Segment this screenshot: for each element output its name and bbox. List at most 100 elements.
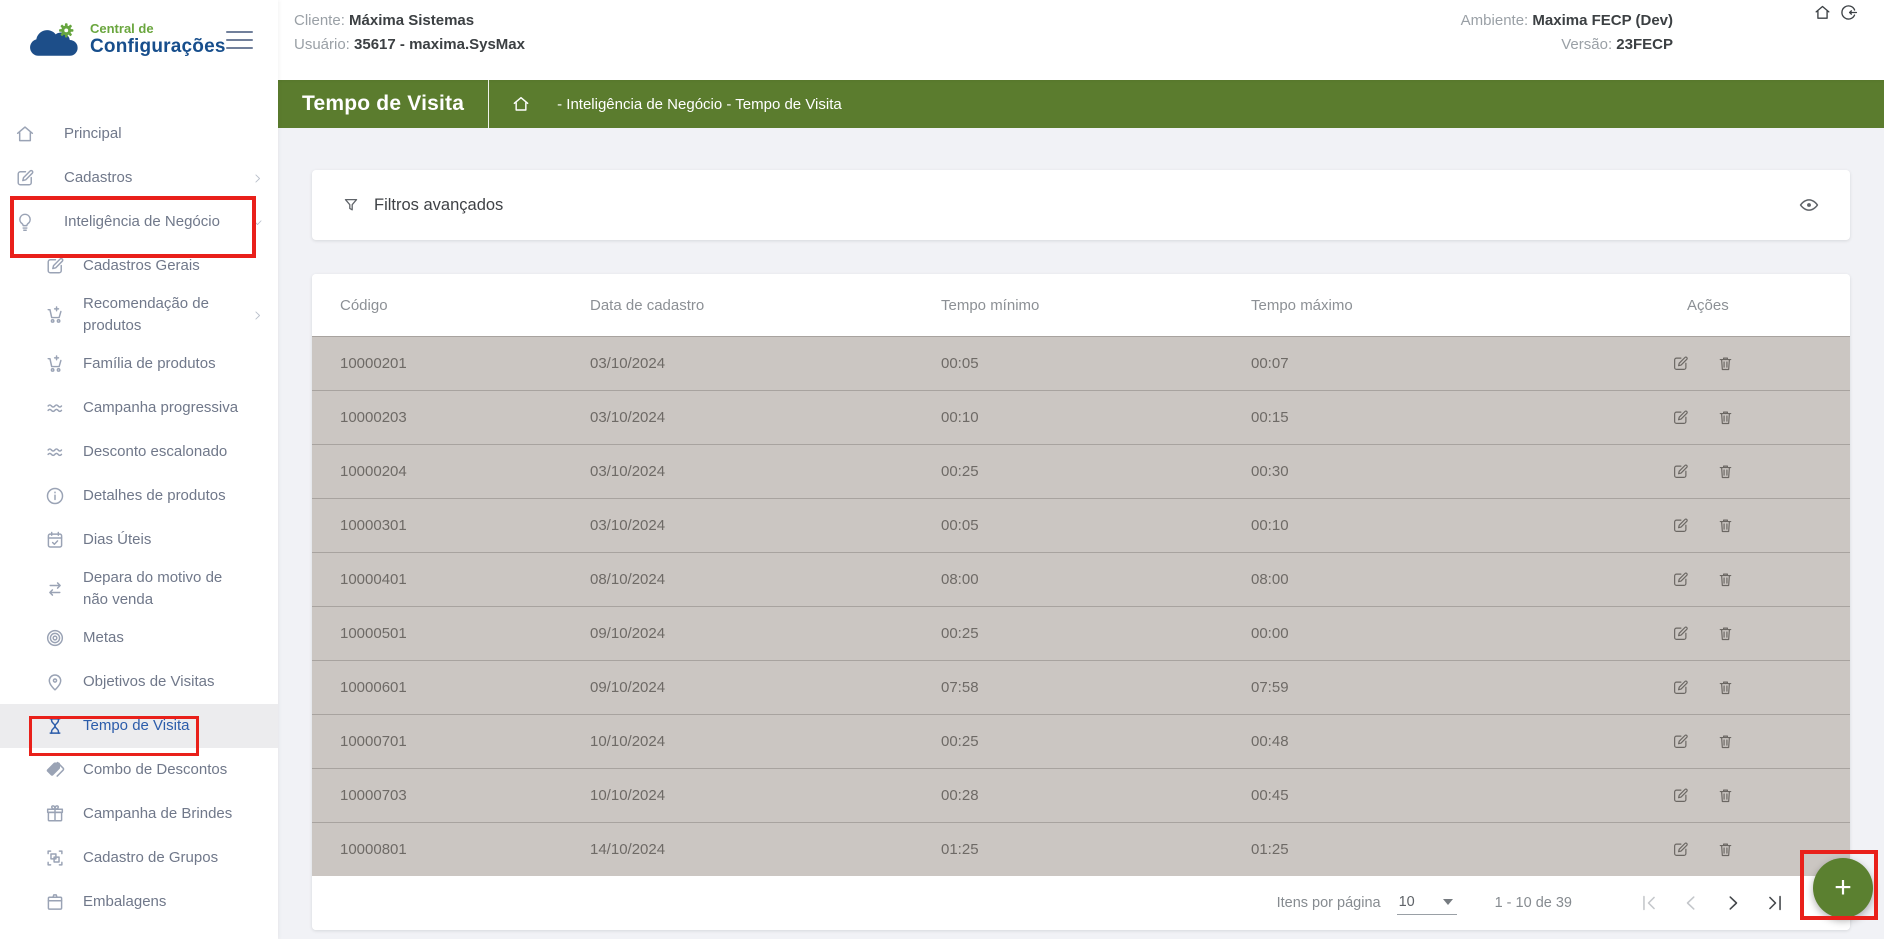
app-root: Central de Configurações Principal Cadast… [0, 0, 1884, 939]
sidebar-item-label: Recomendação de produtos [83, 293, 240, 337]
sidebar-item-campanha-progressiva[interactable]: Campanha progressiva [0, 386, 278, 430]
delete-row-button[interactable] [1716, 516, 1735, 535]
delete-row-button[interactable] [1716, 732, 1735, 751]
breadcrumb-home-icon[interactable] [511, 94, 531, 114]
sidebar-item-tempo-de-visita[interactable]: Tempo de Visita [0, 704, 278, 748]
delete-row-button[interactable] [1716, 624, 1735, 643]
sidebar-item-depara-do-motivo-de-nao-venda[interactable]: Depara do motivo de não venda [0, 562, 278, 616]
cell-tempo-maximo: 00:45 [1251, 787, 1671, 804]
first-page-button[interactable] [1638, 892, 1660, 914]
eye-icon [1798, 194, 1820, 216]
edit-row-button[interactable] [1671, 678, 1690, 697]
table-row: 1000070310/10/202400:2800:45 [312, 768, 1850, 822]
advanced-filters-toggle[interactable]: Filtros avançados [342, 196, 503, 215]
ambiente-value: Maxima FECP (Dev) [1532, 12, 1673, 29]
sidebar-item-campanha-de-brindes[interactable]: Campanha de Brindes [0, 792, 278, 836]
caret-down-icon [1443, 899, 1453, 905]
edit-row-button[interactable] [1671, 354, 1690, 373]
cell-data-cadastro: 03/10/2024 [590, 409, 941, 426]
sidebar-item-dias-uteis[interactable]: Dias Úteis [0, 518, 278, 562]
swap-arrows-icon [44, 578, 66, 600]
sidebar-item-cadastro-de-grupos[interactable]: Cadastro de Grupos [0, 836, 278, 880]
row-actions [1671, 678, 1850, 697]
table-header: Código Data de cadastro Tempo mínimo Tem… [312, 274, 1850, 336]
menu-toggle-icon[interactable] [226, 27, 253, 53]
hourglass-icon [44, 715, 66, 737]
delete-row-button[interactable] [1716, 678, 1735, 697]
logo-line2: Configurações [90, 37, 226, 58]
sidebar: Central de Configurações Principal Cadast… [0, 0, 278, 939]
page-title: Tempo de Visita [302, 92, 464, 116]
last-page-button[interactable] [1764, 892, 1786, 914]
delete-row-button[interactable] [1716, 570, 1735, 589]
sidebar-item-label: Depara do motivo de não venda [83, 567, 240, 611]
cell-tempo-maximo: 07:59 [1251, 679, 1671, 696]
cell-codigo: 10000501 [340, 625, 590, 642]
sidebar-item-combo-de-descontos[interactable]: Combo de Descontos [0, 748, 278, 792]
trash-icon [1716, 624, 1735, 643]
toggle-visibility-button[interactable] [1798, 194, 1820, 216]
logout-icon[interactable] [1839, 3, 1858, 22]
app-logo: Central de Configurações [26, 20, 226, 60]
edit-icon [1671, 732, 1690, 751]
edit-row-button[interactable] [1671, 570, 1690, 589]
sidebar-item-inteligencia-de-negocio[interactable]: Inteligência de Negócio [0, 200, 278, 244]
edit-row-button[interactable] [1671, 624, 1690, 643]
edit-row-button[interactable] [1671, 840, 1690, 859]
row-actions [1671, 786, 1850, 805]
sidebar-item-label: Cadastro de Grupos [83, 847, 218, 869]
trash-icon [1716, 678, 1735, 697]
cart-plus-icon [44, 353, 66, 375]
sidebar-item-label: Campanha de Brindes [83, 803, 232, 825]
add-button[interactable]: + [1813, 858, 1873, 918]
table-row: 1000060109/10/202407:5807:59 [312, 660, 1850, 714]
delete-row-button[interactable] [1716, 354, 1735, 373]
sidebar-item-cadastros[interactable]: Cadastros [0, 156, 278, 200]
previous-page-button[interactable] [1680, 892, 1702, 914]
edit-row-button[interactable] [1671, 462, 1690, 481]
delete-row-button[interactable] [1716, 408, 1735, 427]
row-actions [1671, 570, 1850, 589]
sidebar-item-embalagens[interactable]: Embalagens [0, 880, 278, 924]
sidebar-item-cadastros-gerais[interactable]: Cadastros Gerais [0, 244, 278, 288]
sidebar-item-detalhes-de-produtos[interactable]: Detalhes de produtos [0, 474, 278, 518]
sidebar-item-label: Família de produtos [83, 353, 216, 375]
edit-row-button[interactable] [1671, 732, 1690, 751]
home-shortcut-icon[interactable] [1813, 3, 1832, 22]
sidebar-item-label: Principal [64, 123, 122, 145]
usuario-value: 35617 - maxima.SysMax [354, 36, 525, 53]
edit-row-button[interactable] [1671, 516, 1690, 535]
trash-icon [1716, 462, 1735, 481]
sidebar-item-principal[interactable]: Principal [0, 112, 278, 156]
delete-row-button[interactable] [1716, 840, 1735, 859]
column-header-tempo-minimo: Tempo mínimo [941, 297, 1251, 314]
delete-row-button[interactable] [1716, 786, 1735, 805]
cell-tempo-maximo: 00:10 [1251, 517, 1671, 534]
delete-row-button[interactable] [1716, 462, 1735, 481]
edit-icon [1671, 678, 1690, 697]
home-icon [14, 123, 36, 145]
sidebar-item-metas[interactable]: Metas [0, 616, 278, 660]
chevron-right-icon [251, 309, 264, 322]
sidebar-item-familia-de-produtos[interactable]: Família de produtos [0, 342, 278, 386]
cloud-logo-icon [26, 20, 82, 60]
sidebar-item-recomendacao-de-produtos[interactable]: Recomendação de produtos [0, 288, 278, 342]
tags-icon [44, 759, 66, 781]
sidebar-item-desconto-escalonado[interactable]: Desconto escalonado [0, 430, 278, 474]
cell-tempo-maximo: 08:00 [1251, 571, 1671, 588]
cell-tempo-minimo: 00:10 [941, 409, 1251, 426]
items-per-page-select[interactable]: 10 [1397, 892, 1457, 915]
cell-codigo: 10000701 [340, 733, 590, 750]
cell-tempo-minimo: 00:25 [941, 463, 1251, 480]
package-icon [44, 891, 66, 913]
edit-row-button[interactable] [1671, 408, 1690, 427]
edit-row-button[interactable] [1671, 786, 1690, 805]
cell-data-cadastro: 03/10/2024 [590, 355, 941, 372]
cell-tempo-minimo: 00:25 [941, 625, 1251, 642]
next-page-button[interactable] [1722, 892, 1744, 914]
cell-data-cadastro: 10/10/2024 [590, 787, 941, 804]
cell-tempo-minimo: 00:05 [941, 355, 1251, 372]
sidebar-item-objetivos-de-visitas[interactable]: Objetivos de Visitas [0, 660, 278, 704]
chevron-down-icon [251, 216, 264, 229]
sidebar-item-label: Inteligência de Negócio [64, 211, 220, 233]
